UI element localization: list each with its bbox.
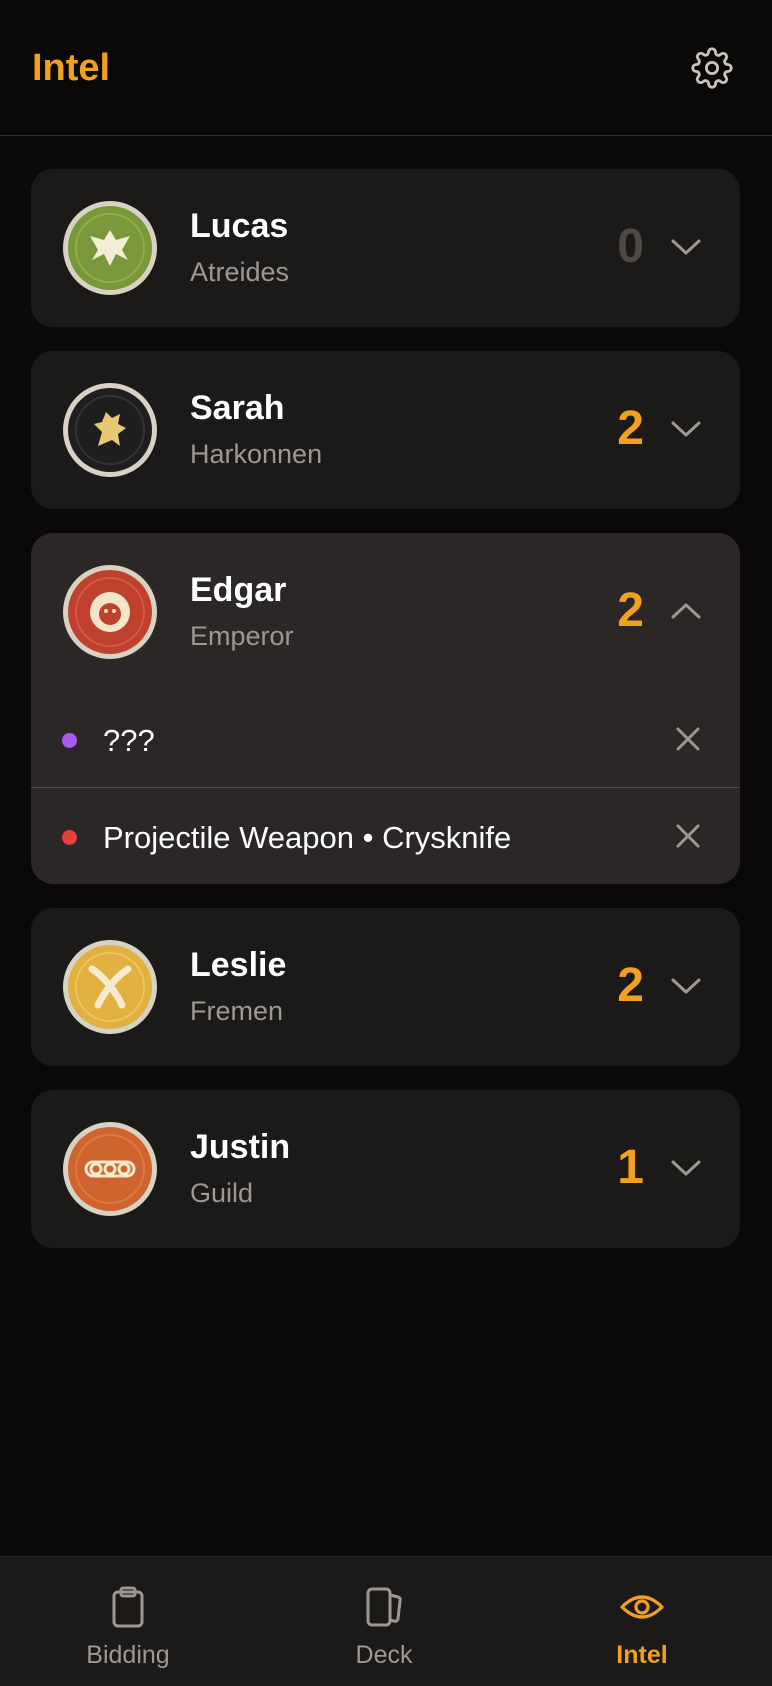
player-card-header[interactable]: Justin Guild 1 xyxy=(31,1090,740,1248)
expand-toggle[interactable] xyxy=(664,964,708,1008)
page-title: Intel xyxy=(32,47,111,89)
chevron-down-icon xyxy=(671,421,701,437)
chevron-down-icon xyxy=(671,978,701,994)
player-card-lucas[interactable]: Lucas Atreides 0 xyxy=(31,169,740,327)
intel-list: ??? Projectile Weapon • Crysknife xyxy=(31,691,740,884)
tab-intel[interactable]: Intel xyxy=(542,1557,742,1686)
faction-avatar xyxy=(62,564,158,660)
faction-avatar xyxy=(62,1121,158,1217)
hawk-icon xyxy=(63,201,157,295)
intel-text: Projectile Weapon • Crysknife xyxy=(103,820,512,855)
expand-toggle[interactable] xyxy=(664,225,708,269)
header: Intel xyxy=(0,0,772,136)
player-card-header[interactable]: Sarah Harkonnen 2 xyxy=(31,351,740,509)
tab-icon xyxy=(618,1583,666,1631)
player-card-edgar[interactable]: Edgar Emperor 2 ??? Projectile Weapon • … xyxy=(31,533,740,884)
clipboard-icon xyxy=(112,1586,144,1628)
tab-bar: Bidding Deck Intel xyxy=(0,1556,772,1686)
player-faction: Atreides xyxy=(190,257,290,287)
cards-icon xyxy=(366,1587,402,1627)
collapse-toggle[interactable] xyxy=(664,589,708,633)
chevron-up-icon xyxy=(671,603,701,619)
expand-toggle[interactable] xyxy=(664,407,708,451)
intel-count: 2 xyxy=(617,959,644,1012)
player-card-sarah[interactable]: Sarah Harkonnen 2 xyxy=(31,351,740,509)
tab-label: Intel xyxy=(616,1641,668,1669)
rings-icon xyxy=(63,1122,157,1216)
chevron-down-icon xyxy=(671,1160,701,1176)
crossed-knives-icon xyxy=(63,940,157,1034)
close-icon xyxy=(676,824,700,848)
intel-text: ??? xyxy=(103,723,155,758)
intel-count: 2 xyxy=(617,584,644,637)
intel-item: Projectile Weapon • Crysknife xyxy=(31,787,740,884)
griffin-icon xyxy=(63,383,157,477)
tab-label: Deck xyxy=(355,1641,413,1669)
app-root: Intel Lucas Atreides 0 Sarah Harkonnen 2… xyxy=(0,0,772,1686)
intel-count: 1 xyxy=(617,1141,644,1194)
player-name: Lucas xyxy=(190,207,289,245)
expand-toggle[interactable] xyxy=(664,1146,708,1190)
settings-button[interactable] xyxy=(688,44,736,92)
tab-label: Bidding xyxy=(86,1641,170,1669)
player-card-justin[interactable]: Justin Guild 1 xyxy=(31,1090,740,1248)
player-name: Sarah xyxy=(190,389,285,427)
player-faction: Harkonnen xyxy=(190,439,323,469)
player-name: Edgar xyxy=(190,571,287,609)
player-list: Lucas Atreides 0 Sarah Harkonnen 2 Edgar… xyxy=(31,169,740,1272)
gear-icon xyxy=(691,47,733,89)
tab-deck[interactable]: Deck xyxy=(284,1557,484,1686)
player-card-header[interactable]: Leslie Fremen 2 xyxy=(31,908,740,1066)
faction-avatar xyxy=(62,382,158,478)
chevron-down-icon xyxy=(671,239,701,255)
intel-count: 0 xyxy=(617,220,644,273)
player-card-leslie[interactable]: Leslie Fremen 2 xyxy=(31,908,740,1066)
tab-icon xyxy=(360,1583,408,1631)
player-name: Justin xyxy=(190,1128,291,1166)
player-name: Leslie xyxy=(190,946,287,984)
player-card-header[interactable]: Edgar Emperor 2 xyxy=(31,533,740,691)
remove-intel-button[interactable] xyxy=(668,816,708,856)
eye-icon xyxy=(620,1595,664,1619)
card-type-dot xyxy=(62,733,77,748)
player-faction: Fremen xyxy=(190,996,284,1026)
intel-item: ??? xyxy=(31,691,740,787)
tab-icon xyxy=(104,1583,152,1631)
player-faction: Guild xyxy=(190,1178,254,1208)
remove-intel-button[interactable] xyxy=(668,719,708,759)
player-faction: Emperor xyxy=(190,621,294,651)
close-icon xyxy=(676,727,700,751)
tab-bidding[interactable]: Bidding xyxy=(28,1557,228,1686)
player-card-header[interactable]: Lucas Atreides 0 xyxy=(31,169,740,327)
lion-icon xyxy=(63,565,157,659)
intel-count: 2 xyxy=(617,402,644,455)
card-type-dot xyxy=(62,830,77,845)
faction-avatar xyxy=(62,200,158,296)
faction-avatar xyxy=(62,939,158,1035)
